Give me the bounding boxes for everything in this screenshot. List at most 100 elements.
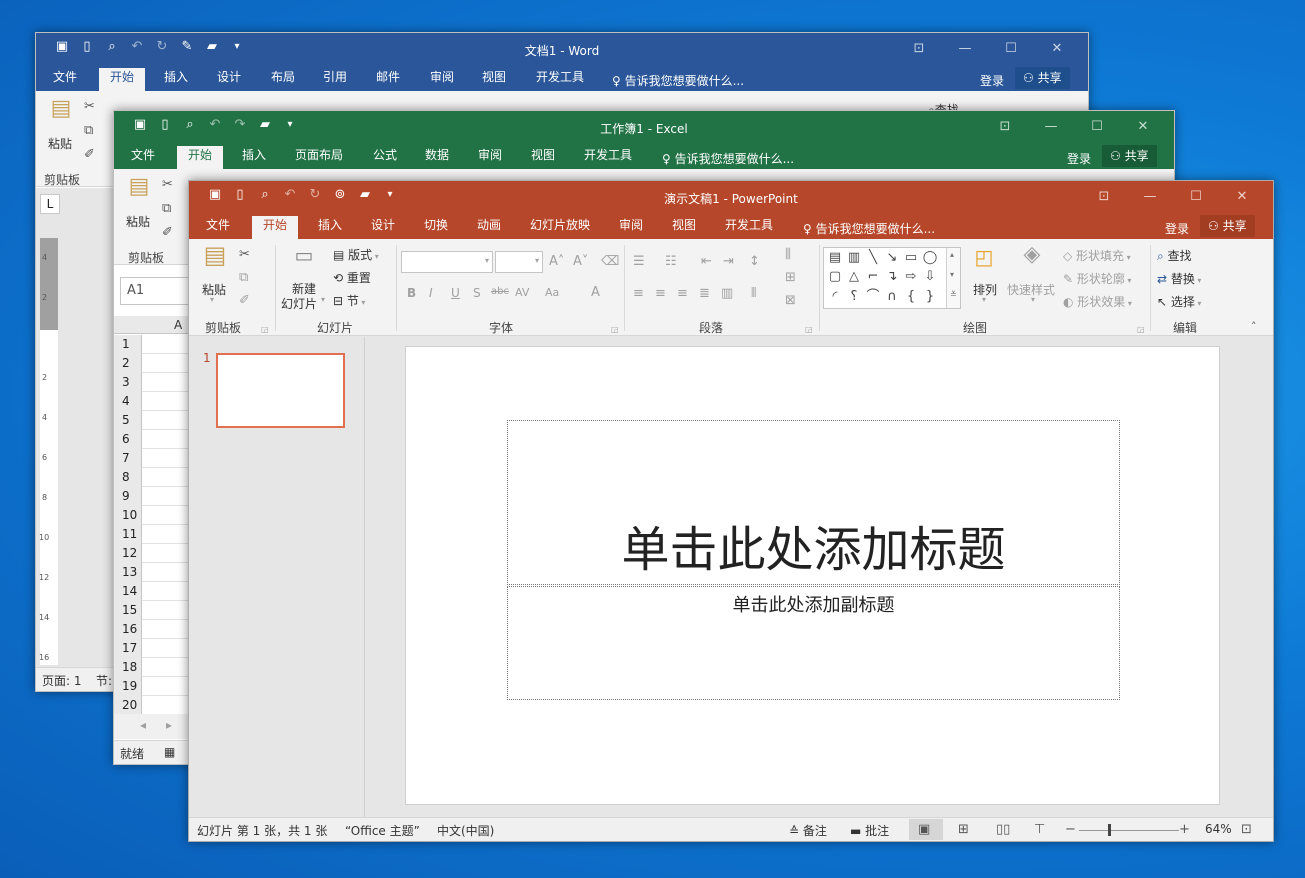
row-header[interactable]: 20 (114, 696, 142, 715)
cell[interactable] (142, 392, 190, 411)
maximize-icon[interactable]: ☐ (1074, 116, 1120, 138)
gallery-more-icon[interactable]: ≚ (950, 290, 957, 299)
italic-button[interactable]: I (429, 286, 433, 300)
font-name-box[interactable]: ▾ (401, 251, 493, 273)
row-header[interactable]: 11 (114, 525, 142, 544)
align-text-icon[interactable]: ⊞ (785, 270, 796, 286)
normal-view-icon[interactable]: ▣ (918, 822, 930, 838)
new-slide-dropdown-icon[interactable]: ▾ (321, 295, 325, 304)
cell[interactable] (142, 430, 190, 449)
tab-insert[interactable]: 插入 (307, 216, 353, 239)
tab-mailings[interactable]: 邮件 (365, 68, 411, 91)
close-icon[interactable]: ✕ (1034, 38, 1080, 60)
tell-me-search[interactable]: ♀ 告诉我您想要做什么... (662, 150, 794, 167)
change-case-button[interactable]: Aa (545, 286, 559, 299)
find-button[interactable]: ⌕ 查找 (1157, 247, 1192, 264)
cell[interactable] (142, 373, 190, 392)
tab-developer[interactable]: 开发工具 (573, 146, 643, 169)
scribble-shape-icon[interactable]: ⸮ (845, 288, 863, 306)
font-size-box[interactable]: ▾ (495, 251, 543, 273)
sheet-prev-icon[interactable]: ◂ (140, 718, 146, 732)
cell[interactable] (142, 449, 190, 468)
cut-icon[interactable]: ✂ (162, 177, 173, 193)
rectangle-shape-icon[interactable]: ▭ (902, 249, 920, 267)
cell[interactable] (142, 620, 190, 639)
replace-button[interactable]: ⇄ 替换 ▾ (1157, 270, 1201, 287)
shapes-gallery[interactable]: ▤ ▥ ╲ ↘ ▭ ◯ ▢ △ ⌐ ↴ ⇨ ⇩ ◜ ⸮ ⌒ ∩ { } ▴ ▾ … (823, 247, 961, 309)
row-header[interactable]: 3 (114, 373, 142, 392)
curve-shape-icon[interactable]: ∩ (883, 288, 901, 306)
bullets-icon[interactable]: ☰ (633, 254, 645, 270)
tab-data[interactable]: 数据 (414, 146, 460, 169)
share-button[interactable]: ⚇ 共享 (1102, 145, 1157, 167)
tab-selector[interactable]: L (40, 194, 60, 214)
title-placeholder[interactable]: 单击此处添加标题 (507, 420, 1120, 585)
tab-view[interactable]: 视图 (520, 146, 566, 169)
oval-shape-icon[interactable]: ◯ (921, 249, 939, 267)
font-launcher-icon[interactable]: ◲ (611, 322, 619, 338)
row-header[interactable]: 1 (114, 335, 142, 354)
down-arrow-shape-icon[interactable]: ⇩ (921, 268, 939, 286)
login-link[interactable]: 登录 (980, 72, 1004, 89)
row-header[interactable]: 8 (114, 468, 142, 487)
distributed-icon[interactable]: ▥ (721, 286, 733, 302)
align-center-icon[interactable]: ≡ (655, 286, 666, 302)
left-brace-shape-icon[interactable]: { (902, 288, 920, 306)
minimize-icon[interactable]: — (1028, 116, 1074, 138)
layout-button[interactable]: ▤ 版式 ▾ (333, 246, 379, 263)
tab-file[interactable]: 文件 (195, 216, 241, 239)
font-size-dropdown-icon[interactable]: ▾ (535, 256, 539, 265)
minimize-icon[interactable]: — (942, 38, 988, 60)
row-header[interactable]: 13 (114, 563, 142, 582)
row-header[interactable]: 17 (114, 639, 142, 658)
paste-icon[interactable]: ▤ (48, 98, 74, 129)
cell[interactable] (142, 525, 190, 544)
align-right-icon[interactable]: ≡ (677, 286, 688, 302)
tab-review[interactable]: 审阅 (467, 146, 513, 169)
smartart-icon[interactable]: ⊠ (785, 293, 796, 309)
row-header[interactable]: 12 (114, 544, 142, 563)
shape-effects-button[interactable]: ◐ 形状效果 ▾ (1063, 293, 1132, 310)
clipboard-launcher-icon[interactable]: ◲ (261, 322, 269, 338)
cell[interactable] (142, 582, 190, 601)
row-header[interactable]: 6 (114, 430, 142, 449)
ribbon-display-icon[interactable]: ⊡ (896, 38, 942, 60)
new-slide-label-2[interactable]: 幻灯片 (281, 295, 317, 312)
macro-record-icon[interactable]: ▦ (164, 745, 175, 759)
copy-icon[interactable]: ⧉ (84, 123, 93, 139)
tab-references[interactable]: 引用 (312, 68, 358, 91)
format-painter-icon[interactable]: ✐ (84, 147, 95, 163)
strikethrough-button[interactable]: abc (491, 286, 509, 297)
row-header[interactable]: 14 (114, 582, 142, 601)
login-link[interactable]: 登录 (1165, 220, 1189, 237)
bold-button[interactable]: B (407, 286, 416, 300)
cell[interactable] (142, 658, 190, 677)
comments-button[interactable]: ▬ 批注 (850, 822, 889, 839)
tab-review[interactable]: 审阅 (608, 216, 654, 239)
elbow-arrow-shape-icon[interactable]: ↴ (883, 268, 901, 286)
row-header[interactable]: 4 (114, 392, 142, 411)
text-direction-icon[interactable]: ⫼ (785, 247, 791, 263)
right-arrow-shape-icon[interactable]: ⇨ (902, 268, 920, 286)
rounded-rect-shape-icon[interactable]: ▢ (826, 268, 844, 286)
subtitle-placeholder[interactable]: 单击此处添加副标题 (507, 586, 1120, 700)
row-header[interactable]: 16 (114, 620, 142, 639)
shapes-scrollbar[interactable]: ▴ ▾ ≚ (946, 248, 960, 308)
tab-design[interactable]: 设计 (206, 68, 252, 91)
tab-view[interactable]: 视图 (661, 216, 707, 239)
login-link[interactable]: 登录 (1067, 150, 1091, 167)
tab-insert[interactable]: 插入 (231, 146, 277, 169)
align-left-icon[interactable]: ≡ (633, 286, 644, 302)
tell-me-search[interactable]: ♀ 告诉我您想要做什么... (803, 220, 935, 237)
underline-button[interactable]: U (451, 286, 460, 300)
collapse-ribbon-icon[interactable]: ˄ (1251, 319, 1257, 335)
tab-view[interactable]: 视图 (471, 68, 517, 91)
tab-developer[interactable]: 开发工具 (525, 68, 595, 91)
zoom-slider-thumb[interactable] (1108, 824, 1111, 836)
close-icon[interactable]: ✕ (1219, 186, 1265, 208)
row-header[interactable]: 7 (114, 449, 142, 468)
columns-icon[interactable]: ⫴ (751, 286, 756, 302)
tab-file[interactable]: 文件 (42, 68, 88, 91)
cell[interactable] (142, 411, 190, 430)
maximize-icon[interactable]: ☐ (1173, 186, 1219, 208)
